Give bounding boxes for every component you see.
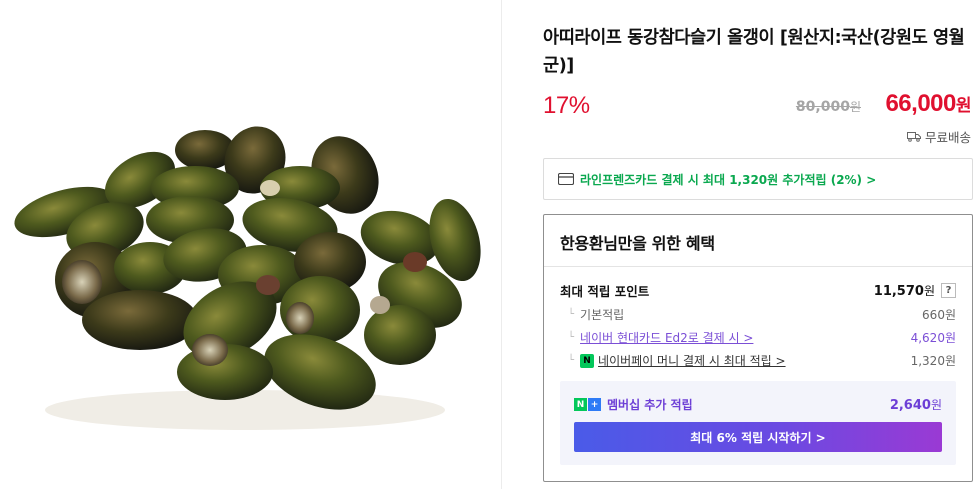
product-title: 아띠라이프 동강참다슬기 올갱이 [원산지:국산(강원도 영월군)] [543, 28, 965, 76]
shipping-label: 무료배송 [924, 130, 971, 145]
snail-shells [14, 126, 481, 410]
card-promo-text: 라인프렌즈카드 결제 시 최대 1,320원 추가적립 (2%) > [580, 172, 877, 187]
membership-value: 2,640 [889, 398, 931, 413]
membership-panel: N + 멤버십 추가 적립 2,640원 최대 6% 적립 시작하기 > [560, 381, 956, 465]
membership-label: 멤버십 추가 적립 [607, 398, 693, 412]
benefit-item-link[interactable]: 네이버페이 머니 결제 시 최대 적립 > [598, 352, 786, 369]
naver-plus-icon: N + [574, 398, 601, 411]
tree-line-icon: └ [568, 332, 575, 343]
benefit-item-value: 660원 [922, 308, 956, 322]
product-image[interactable] [0, 0, 502, 489]
max-point-value: 11,570 [873, 284, 924, 299]
discount-rate: 17% [543, 92, 590, 119]
card-promo-banner[interactable]: 라인프렌즈카드 결제 시 최대 1,320원 추가적립 (2%) > [543, 158, 973, 200]
shipping-info: 무료배송 [906, 127, 971, 146]
max-point-unit: 원 [923, 284, 935, 298]
benefit-item-npay-money[interactable]: └ N 네이버페이 머니 결제 시 최대 적립 > 1,320원 [560, 352, 956, 369]
sale-price-value: 66,000 [885, 90, 956, 117]
membership-unit: 원 [930, 398, 942, 412]
sale-price-unit: 원 [955, 96, 972, 116]
credit-card-icon [558, 173, 574, 185]
original-price-unit: 원 [849, 100, 861, 114]
original-price: 80,000원 [796, 98, 861, 115]
membership-row: N + 멤버십 추가 적립 2,640원 [574, 396, 942, 413]
benefit-item-link[interactable]: 네이버 현대카드 Ed2로 결제 시 > [580, 329, 753, 346]
naver-pay-icon: N [580, 353, 595, 368]
benefit-item-hyundai-card[interactable]: └ 네이버 현대카드 Ed2로 결제 시 > 4,620원 [560, 329, 956, 346]
snail-photo [14, 126, 481, 430]
tree-line-icon: └ [568, 355, 575, 366]
start-membership-button[interactable]: 최대 6% 적립 시작하기 > [574, 422, 942, 452]
benefit-item-value: 1,320원 [910, 354, 956, 368]
benefit-heading: 한용환님만을 위한 혜택 [544, 215, 972, 267]
benefit-item-label: 기본적립 [580, 308, 625, 322]
sale-price: 66,000원 [885, 90, 971, 118]
tree-line-icon: └ [568, 309, 575, 320]
benefit-item-basic: └ 기본적립 660원 [560, 306, 956, 323]
max-point-row: 최대 적립 포인트 11,570원 ? [560, 281, 956, 300]
benefit-item-value: 4,620원 [910, 331, 956, 345]
max-point-value-wrap: 11,570원 ? [874, 282, 956, 299]
product-info-panel: 아띠라이프 동강참다슬기 올갱이 [원산지:국산(강원도 영월군)] 17% 8… [543, 0, 973, 489]
product-detail-page: 아띠라이프 동강참다슬기 올갱이 [원산지:국산(강원도 영월군)] 17% 8… [0, 0, 980, 489]
benefit-box: 한용환님만을 위한 혜택 최대 적립 포인트 11,570원 ? └ 기본적립 6… [543, 214, 973, 482]
help-icon[interactable]: ? [941, 283, 956, 298]
max-point-label: 최대 적립 포인트 [560, 284, 650, 299]
original-price-value: 80,000 [795, 99, 850, 115]
truck-icon [906, 132, 921, 142]
